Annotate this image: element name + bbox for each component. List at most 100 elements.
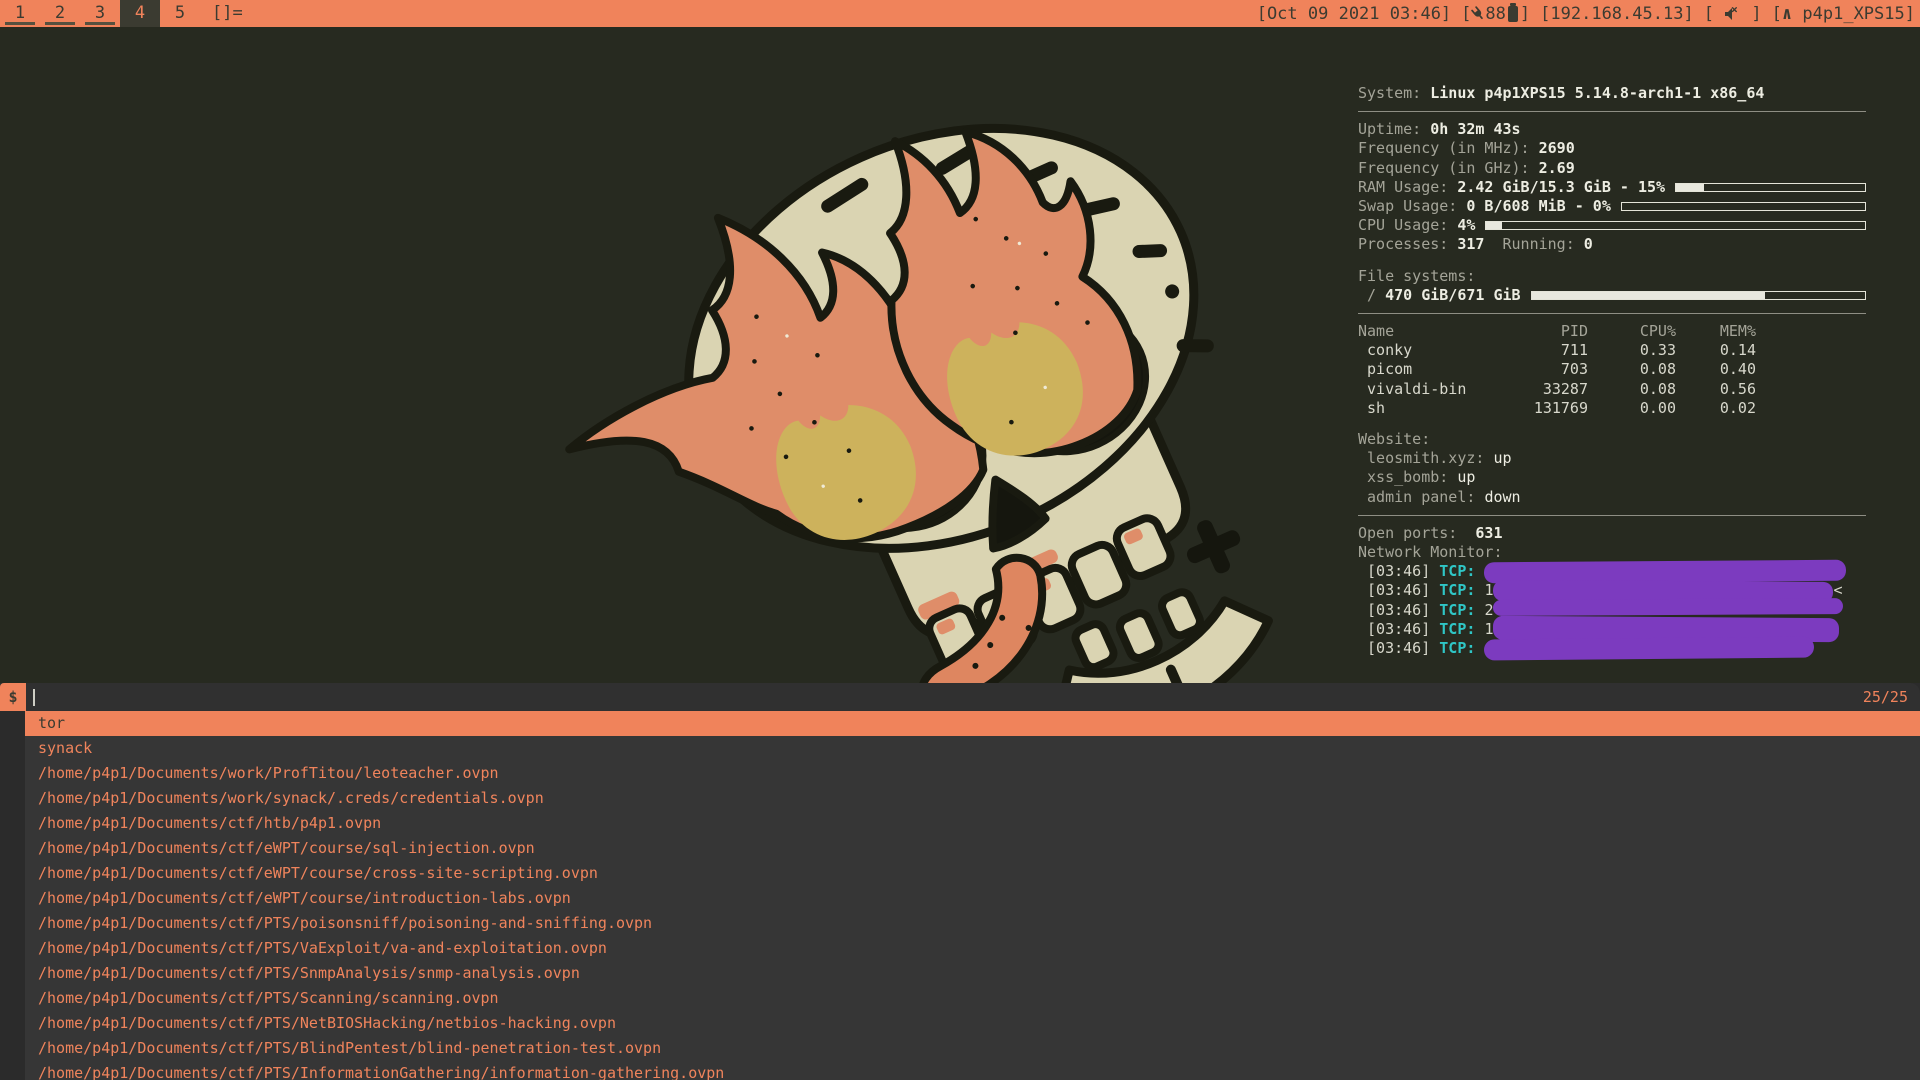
list-item[interactable]: /home/p4p1/Documents/ctf/eWPT/course/sql… [25, 836, 1920, 861]
bracket: ] [1741, 1, 1761, 27]
list-item[interactable]: /home/p4p1/Documents/ctf/PTS/VaExploit/v… [25, 936, 1920, 961]
list-item[interactable]: /home/p4p1/Documents/ctf/eWPT/course/cro… [25, 861, 1920, 886]
list-item[interactable]: /home/p4p1/Documents/ctf/PTS/SnmpAnalysi… [25, 961, 1920, 986]
process-pid: 703 [1508, 360, 1588, 379]
updates-caret-icon: ∧ [1782, 1, 1792, 27]
freq-mhz-value: 2690 [1539, 139, 1575, 158]
workspace-tag-3[interactable]: 3 [80, 0, 120, 27]
running-value: 0 [1584, 235, 1593, 254]
status-volume: [ ] [1704, 1, 1762, 27]
text-cursor [33, 689, 35, 706]
ram-label: RAM Usage: [1358, 178, 1457, 197]
list-item[interactable]: /home/p4p1/Documents/ctf/PTS/BlindPentes… [25, 1036, 1920, 1061]
cpu-line: CPU Usage: 4% [1358, 216, 1866, 235]
system-label: System: [1358, 84, 1430, 103]
list-item[interactable]: /home/p4p1/Documents/ctf/PTS/poisonsniff… [25, 911, 1920, 936]
freq-ghz-value: 2.69 [1539, 159, 1575, 178]
list-item[interactable]: /home/p4p1/Documents/ctf/eWPT/course/int… [25, 886, 1920, 911]
swap-line: Swap Usage: 0 B/608 MiB - 0% [1358, 197, 1866, 216]
list-item[interactable]: tor [25, 711, 1920, 736]
rofi-prompt-bar: $ 25/25 [0, 683, 1920, 711]
website-status-down: down [1484, 488, 1520, 507]
fs-path: / [1358, 286, 1385, 305]
cpu-bar [1485, 221, 1866, 230]
fs-line: / 470 GiB/671 GiB [1358, 286, 1866, 305]
list-item[interactable]: /home/p4p1/Documents/ctf/PTS/Scanning/sc… [25, 986, 1920, 1011]
list-item[interactable]: synack [25, 736, 1920, 761]
process-pid: 33287 [1508, 380, 1588, 399]
uptime-value: 0h 32m 43s [1430, 120, 1520, 139]
status-ip: [192.168.45.13] [1540, 1, 1694, 27]
system-value: Linux p4p1XPS15 5.14.8-arch1-1 x86_64 [1430, 84, 1764, 103]
rofi-result-list: tor synack /home/p4p1/Documents/work/Pro… [0, 711, 1920, 1080]
bracket: ] [1520, 1, 1530, 27]
result-counter: 25/25 [1863, 688, 1920, 706]
freq-mhz-label: Frequency (in MHz): [1358, 139, 1539, 158]
filesystems-title: File systems: [1358, 267, 1475, 286]
freq-ghz-label: Frequency (in GHz): [1358, 159, 1539, 178]
col-header-cpu: CPU% [1588, 322, 1676, 341]
list-item[interactable]: /home/p4p1/Documents/ctf/htb/p4p1.ovpn [25, 811, 1920, 836]
col-header-name: Name [1358, 322, 1508, 341]
process-table: Name PID CPU% MEM% conky 711 0.33 0.14 p… [1358, 322, 1866, 418]
website-status-up: up [1457, 468, 1475, 487]
process-cpu: 0.08 [1588, 380, 1676, 399]
workspace-tag-4[interactable]: 4 [120, 0, 160, 27]
running-label: Running: [1484, 235, 1583, 254]
network-monitor-title: Network Monitor: [1358, 543, 1503, 562]
process-mem: 0.14 [1676, 341, 1756, 360]
battery-icon [1508, 6, 1518, 22]
divider [1358, 313, 1866, 314]
conky-system-monitor: System: Linux p4p1XPS15 5.14.8-arch1-1 x… [1358, 84, 1866, 658]
col-header-pid: PID [1508, 322, 1588, 341]
col-header-mem: MEM% [1676, 322, 1756, 341]
processes-value: 317 [1457, 235, 1484, 254]
system-line: System: Linux p4p1XPS15 5.14.8-arch1-1 x… [1358, 84, 1866, 103]
open-ports-value: 631 [1475, 524, 1502, 543]
process-cpu: 0.00 [1588, 399, 1676, 418]
list-item[interactable]: /home/p4p1/Documents/work/synack/.creds/… [25, 786, 1920, 811]
network-line: [03:46] TCP: [1358, 562, 1866, 581]
process-name: vivaldi-bin [1358, 380, 1508, 399]
status-battery: [ 88 ] [1461, 1, 1530, 27]
hostname: p4p1_XPS15 [1792, 1, 1905, 27]
process-name: picom [1358, 360, 1508, 379]
list-item[interactable]: /home/p4p1/Documents/work/ProfTitou/leot… [25, 761, 1920, 786]
divider [1358, 515, 1866, 516]
layout-symbol[interactable]: []= [212, 0, 243, 27]
process-cpu: 0.33 [1588, 341, 1676, 360]
website-name: xss_bomb: [1358, 468, 1457, 487]
list-item[interactable]: /home/p4p1/Documents/ctf/PTS/Information… [25, 1061, 1920, 1080]
process-mem: 0.40 [1676, 360, 1756, 379]
open-ports-label: Open ports: [1358, 524, 1475, 543]
website-title: Website: [1358, 430, 1430, 449]
workspace-tag-5[interactable]: 5 [160, 0, 200, 27]
swap-value: 0 B/608 MiB - 0% [1466, 197, 1611, 216]
status-bar: [Oct 09 2021 03:46] [ 88 ] [192.168.45.1… [1257, 0, 1920, 27]
process-name: conky [1358, 341, 1508, 360]
process-mem: 0.56 [1676, 380, 1756, 399]
redaction-blob [1493, 598, 1843, 616]
workspace-tag-2[interactable]: 2 [40, 0, 80, 27]
uptime-label: Uptime: [1358, 120, 1430, 139]
bracket: [ [1772, 1, 1782, 27]
website-status-up: up [1493, 449, 1511, 468]
flaming-skull-illustration [505, 112, 1305, 683]
search-input[interactable] [26, 683, 1863, 711]
list-item[interactable]: /home/p4p1/Documents/ctf/PTS/NetBIOSHack… [25, 1011, 1920, 1036]
website-name: admin panel: [1358, 488, 1484, 507]
desktop-wallpaper: System: Linux p4p1XPS15 5.14.8-arch1-1 x… [0, 27, 1920, 683]
cpu-label: CPU Usage: [1358, 216, 1457, 235]
process-mem: 0.02 [1676, 399, 1756, 418]
status-datetime: [Oct 09 2021 03:46] [1257, 1, 1451, 27]
process-pid: 131769 [1508, 399, 1588, 418]
fs-value: 470 GiB/671 GiB [1385, 286, 1520, 305]
redaction-blob [1484, 637, 1814, 661]
bracket: ] [1905, 1, 1915, 27]
bracket: [ [1704, 1, 1724, 27]
network-line: [03:46] TCP: [1358, 639, 1866, 658]
top-bar: 1 2 3 4 5 []= [Oct 09 2021 03:46] [ 88 ]… [0, 0, 1920, 27]
ram-bar [1675, 183, 1866, 192]
workspace-tag-1[interactable]: 1 [0, 0, 40, 27]
process-cpu: 0.08 [1588, 360, 1676, 379]
